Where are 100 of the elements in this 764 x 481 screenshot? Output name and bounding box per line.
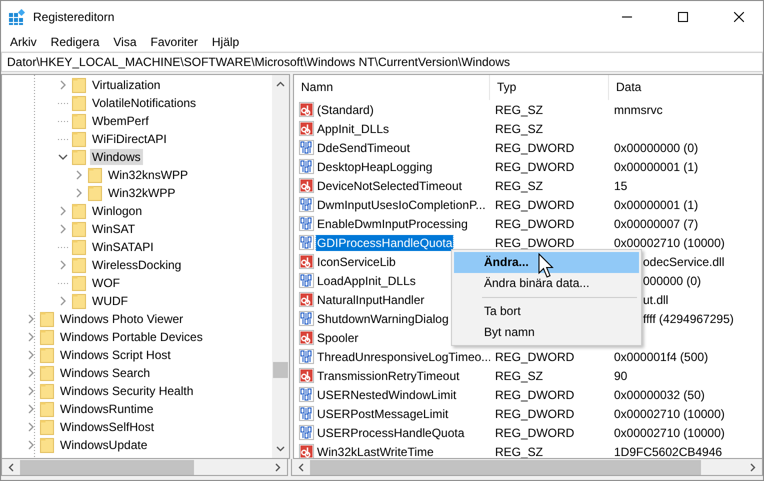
binary-value-icon — [299, 425, 314, 440]
tree-item[interactable]: Windows — [90, 149, 143, 165]
menu-item[interactable]: Redigera — [44, 34, 106, 48]
tree-item[interactable]: WiFiDirectAPI — [90, 131, 169, 147]
tree-item[interactable]: WindowsSelfHost — [58, 419, 156, 435]
value-name[interactable]: Spooler — [316, 330, 360, 346]
value-name[interactable]: Win32kLastWriteTime — [316, 444, 435, 458]
context-menu-item[interactable]: Ändra binära data... — [454, 273, 639, 294]
folder-icon — [88, 167, 102, 183]
binary-value-icon — [299, 406, 314, 421]
tree-item[interactable]: WindowsUpdate — [58, 437, 150, 453]
value-name[interactable]: ThreadUnresponsiveLogTimeo... — [316, 348, 490, 364]
value-name[interactable]: DwmInputUsesIoCompletionP... — [316, 196, 487, 212]
tree-item[interactable]: Windows Security Health — [58, 383, 196, 399]
value-name[interactable]: LoadAppInit_DLLs — [316, 272, 417, 288]
value-data: 0x00000007 (7) — [614, 216, 698, 230]
value-data: 0x00002710 (10000) — [614, 426, 725, 440]
tree-item[interactable]: WindowsRuntime — [58, 401, 156, 417]
value-type: REG_SZ — [495, 122, 544, 136]
value-name[interactable]: EnableDwmInputProcessing — [316, 216, 469, 232]
menu-item[interactable]: Arkiv — [3, 34, 44, 48]
value-name[interactable]: DesktopHeapLogging — [316, 158, 434, 174]
value-name[interactable]: USERNestedWindowLimit — [316, 386, 458, 402]
folder-icon — [88, 185, 102, 201]
menu-item[interactable]: Visa — [106, 34, 144, 48]
chevron-down-icon[interactable] — [58, 153, 68, 161]
value-name[interactable]: (Standard) — [316, 102, 375, 118]
tree-item[interactable]: WOF — [90, 275, 122, 291]
value-data: ffff (4294967295) — [643, 312, 734, 326]
chevron-right-icon[interactable] — [26, 350, 36, 360]
tree-item[interactable]: WinSATAPI — [90, 239, 156, 255]
value-name[interactable]: TransmissionRetryTimeout — [316, 368, 460, 384]
context-menu-item[interactable]: Ändra... — [454, 252, 639, 273]
chevron-right-icon[interactable] — [26, 440, 36, 450]
tree-item[interactable]: Win32knsWPP — [106, 167, 190, 183]
chevron-right-icon[interactable] — [58, 296, 68, 306]
tree-item[interactable]: WinSAT — [90, 221, 138, 237]
menu-item[interactable]: Hjälp — [204, 34, 246, 48]
value-name[interactable]: ShutdownWarningDialog — [316, 310, 450, 326]
value-name[interactable]: AppInit_DLLs — [316, 120, 390, 136]
tree-item[interactable]: Windows Script Host — [58, 347, 173, 363]
chevron-right-icon[interactable] — [26, 368, 36, 378]
value-data: 0x00000001 (1) — [614, 160, 698, 174]
folder-icon — [72, 239, 86, 255]
chevron-right-icon[interactable] — [74, 188, 84, 198]
tree-item[interactable]: Windows Search — [58, 365, 152, 381]
value-name[interactable]: USERPostMessageLimit — [316, 406, 450, 422]
chevron-right-icon[interactable] — [26, 404, 36, 414]
tree-item[interactable]: Windows Photo Viewer — [58, 311, 186, 327]
chevron-right-icon[interactable] — [26, 314, 36, 324]
chevron-right-icon[interactable] — [74, 170, 84, 180]
tree-item[interactable]: Virtualization — [90, 77, 162, 93]
context-menu-item[interactable]: Byt namn — [454, 322, 639, 343]
chevron-right-icon[interactable] — [58, 206, 68, 216]
context-menu-item[interactable]: Ta bort — [454, 301, 639, 322]
tree-item[interactable]: WbemPerf — [90, 113, 151, 129]
column-header[interactable]: Data — [609, 75, 762, 100]
value-name[interactable]: DdeSendTimeout — [316, 140, 411, 156]
tree-item[interactable]: WirelessDocking — [90, 257, 184, 273]
chevron-right-icon[interactable] — [26, 422, 36, 432]
folder-icon — [72, 293, 86, 309]
column-header[interactable]: Typ — [490, 75, 609, 100]
registry-cubes-icon — [9, 8, 25, 24]
tree-item[interactable]: VolatileNotifications — [90, 95, 198, 111]
value-name[interactable]: IconServiceLib — [316, 254, 397, 270]
menu-item[interactable]: Favoriter — [144, 34, 205, 48]
value-data: 000000 (0) — [643, 274, 702, 288]
value-type: REG_DWORD — [495, 350, 574, 364]
value-name[interactable]: NaturalInputHandler — [316, 292, 426, 308]
maximize-icon[interactable] — [678, 12, 688, 22]
tree-item[interactable]: WUDF — [90, 293, 130, 309]
binary-value-icon — [299, 235, 314, 250]
value-type: REG_SZ — [495, 178, 544, 192]
chevron-right-icon[interactable] — [26, 386, 36, 396]
value-name[interactable]: USERProcessHandleQuota — [316, 424, 466, 440]
tree-item[interactable]: Windows Portable Devices — [58, 329, 205, 345]
tree-item[interactable]: Win32kWPP — [106, 185, 178, 201]
value-name[interactable]: GDIProcessHandleQuota — [316, 234, 454, 250]
close-icon[interactable] — [734, 12, 744, 22]
column-header[interactable]: Namn — [294, 75, 490, 100]
chevron-right-icon[interactable] — [58, 260, 68, 270]
scroll-thumb[interactable] — [273, 362, 288, 378]
binary-value-icon — [299, 197, 314, 212]
window-title: Registereditorn — [33, 10, 114, 24]
binary-value-icon — [299, 140, 314, 155]
chevron-right-icon[interactable] — [58, 224, 68, 234]
vertical-scrollbar[interactable] — [272, 75, 289, 458]
value-name[interactable]: DeviceNotSelectedTimeout — [316, 178, 463, 194]
chevron-right-icon[interactable] — [26, 332, 36, 342]
address-field[interactable]: Dator\HKEY_LOCAL_MACHINE\SOFTWARE\Microsoft\Windows NT\CurrentVersion\Windows — [1, 52, 763, 72]
binary-value-icon — [299, 349, 314, 364]
folder-icon — [40, 311, 54, 327]
folder-icon — [40, 437, 54, 453]
horizontal-scrollbar[interactable] — [291, 459, 763, 476]
value-type: REG_SZ — [495, 444, 544, 458]
string-value-icon — [299, 330, 314, 345]
tree-item[interactable]: Winlogon — [90, 203, 144, 219]
value-data: odecService.dll — [643, 254, 724, 268]
chevron-right-icon[interactable] — [58, 80, 68, 90]
horizontal-scrollbar[interactable] — [1, 459, 288, 476]
